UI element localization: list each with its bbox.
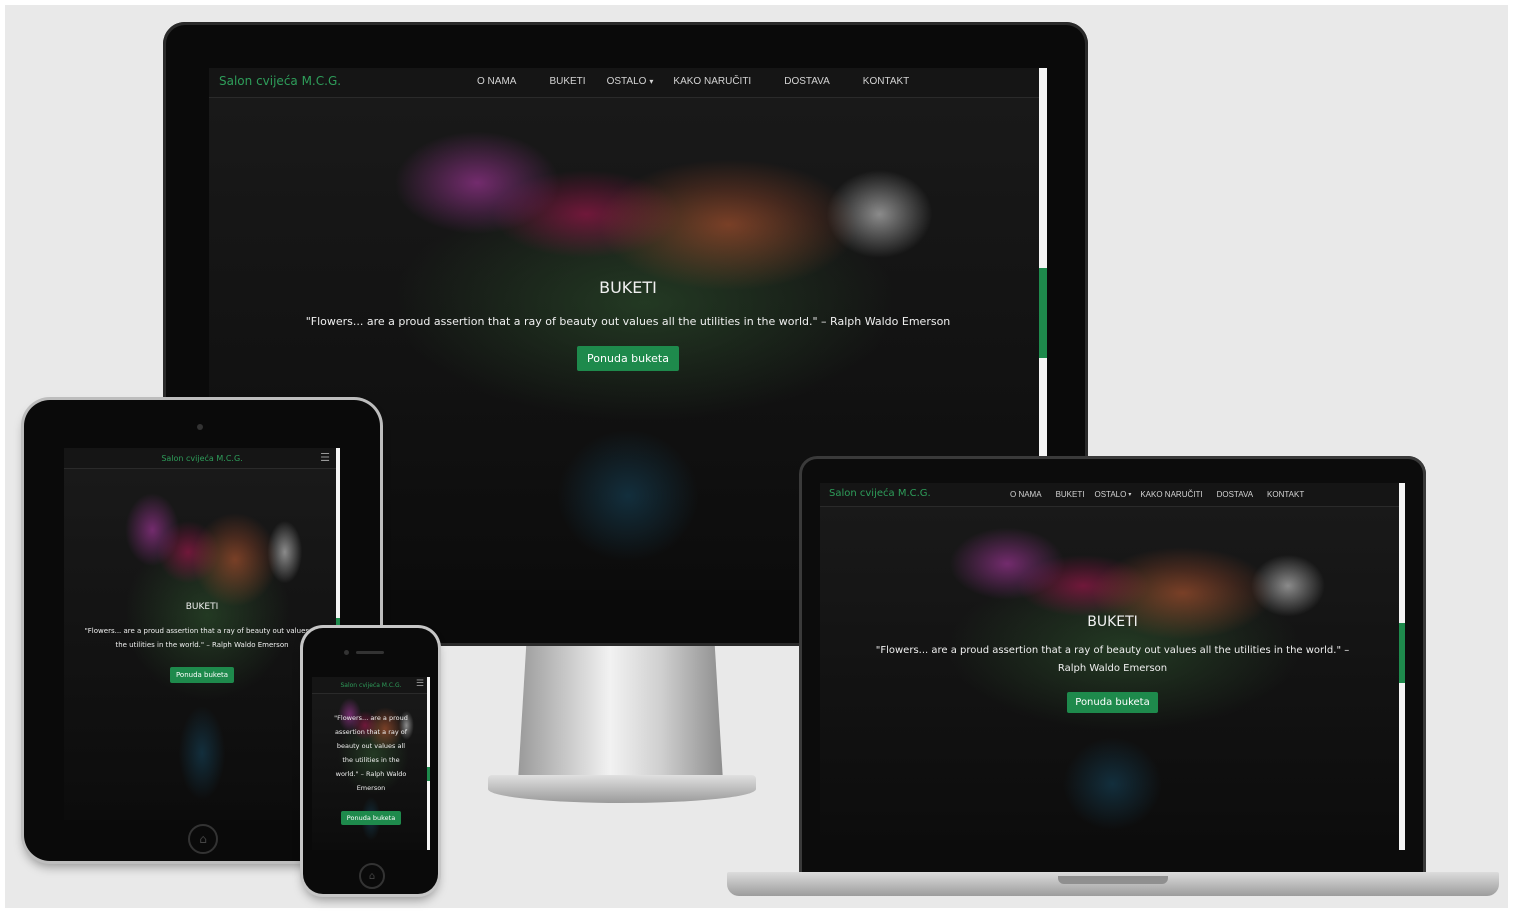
desktop-scroll-thumb[interactable]	[1039, 268, 1047, 358]
home-button-icon: ⌂	[359, 863, 385, 889]
hamburger-menu-icon[interactable]: ☰	[416, 679, 424, 689]
phone-speaker	[356, 651, 384, 654]
desktop-nav-links: O NAMA BUKETI OSTALO ▾ KAKO NARUČITI DOS…	[477, 76, 909, 87]
laptop-scroll-thumb[interactable]	[1399, 623, 1405, 683]
nav-item-buketi[interactable]: BUKETI	[1056, 490, 1085, 499]
ponuda-buketa-button[interactable]: Ponuda buketa	[169, 667, 235, 683]
laptop-navbar: Salon cvijeća M.C.G. O NAMA BUKETI OSTAL…	[820, 483, 1405, 507]
hero-caption: BUKETI "Flowers... are a proud assertion…	[820, 614, 1405, 713]
monitor-stand-base	[488, 775, 756, 803]
ponuda-buketa-button[interactable]: Ponuda buketa	[340, 811, 402, 825]
laptop-nav-links: O NAMA BUKETI OSTALO ▾ KAKO NARUČITI DOS…	[1010, 490, 1304, 499]
brand-logo[interactable]: Salon cvijeća M.C.G.	[340, 682, 401, 689]
laptop-screen: Salon cvijeća M.C.G. O NAMA BUKETI OSTAL…	[820, 483, 1405, 850]
nav-item-kontakt[interactable]: KONTAKT	[863, 76, 909, 87]
home-button-icon: ⌂	[188, 824, 218, 854]
phone-scrollbar[interactable]	[427, 677, 430, 850]
hero-title: BUKETI	[599, 278, 657, 297]
nav-item-dostava[interactable]: DOSTAVA	[1217, 490, 1253, 499]
phone-camera	[344, 650, 349, 655]
ponuda-buketa-button[interactable]: Ponuda buketa	[577, 346, 679, 371]
nav-item-o-nama[interactable]: O NAMA	[477, 76, 516, 87]
nav-item-kako-naruciti[interactable]: KAKO NARUČITI	[1140, 490, 1202, 499]
hero-caption: BUKETI "Flowers... are a proud assertion…	[209, 278, 1047, 371]
tablet-screen: Salon cvijeća M.C.G. ☰ BUKETI "Flowers..…	[64, 448, 340, 820]
hero-quote: "Flowers... are a proud assertion that a…	[875, 645, 1350, 674]
hamburger-menu-icon[interactable]: ☰	[320, 451, 330, 464]
nav-item-o-nama[interactable]: O NAMA	[1010, 490, 1042, 499]
ponuda-buketa-button[interactable]: Ponuda buketa	[1067, 692, 1158, 713]
hero-title: BUKETI	[185, 602, 219, 612]
nav-item-kako-naruciti[interactable]: KAKO NARUČITI	[673, 76, 751, 87]
hero-quote: "Flowers... are a proud assertion that a…	[334, 714, 408, 792]
laptop-notch	[1058, 876, 1168, 884]
brand-logo[interactable]: Salon cvijeća M.C.G.	[829, 488, 931, 499]
hero-quote: "Flowers... are a proud assertion that a…	[84, 627, 320, 649]
tablet-navbar: Salon cvijeća M.C.G. ☰	[64, 448, 340, 469]
phone-navbar: Salon cvijeća M.C.G. ☰	[312, 677, 430, 694]
hero-title: BUKETI	[1087, 614, 1138, 630]
nav-item-buketi[interactable]: BUKETI	[549, 76, 585, 87]
laptop-scrollbar[interactable]	[1399, 483, 1405, 850]
nav-item-ostalo[interactable]: OSTALO	[1094, 490, 1126, 499]
chevron-down-icon[interactable]: ▾	[1128, 491, 1131, 498]
hero-caption: "Flowers... are a proud assertion that a…	[312, 711, 430, 825]
desktop-navbar: Salon cvijeća M.C.G. O NAMA BUKETI OSTAL…	[209, 68, 1047, 98]
nav-item-kontakt[interactable]: KONTAKT	[1267, 490, 1304, 499]
phone-scroll-thumb[interactable]	[427, 767, 430, 781]
tablet-camera	[197, 424, 203, 430]
brand-logo[interactable]: Salon cvijeća M.C.G.	[219, 74, 341, 88]
hero-quote: "Flowers... are a proud assertion that a…	[305, 315, 951, 328]
monitor-stand-neck	[518, 646, 723, 781]
chevron-down-icon[interactable]: ▾	[649, 77, 653, 86]
brand-logo[interactable]: Salon cvijeća M.C.G.	[161, 454, 242, 463]
nav-item-dostava[interactable]: DOSTAVA	[784, 76, 830, 87]
nav-item-ostalo[interactable]: OSTALO	[607, 76, 647, 87]
hero-caption: BUKETI "Flowers... are a proud assertion…	[64, 602, 340, 683]
phone-screen: Salon cvijeća M.C.G. ☰ "Flowers... are a…	[312, 677, 430, 850]
